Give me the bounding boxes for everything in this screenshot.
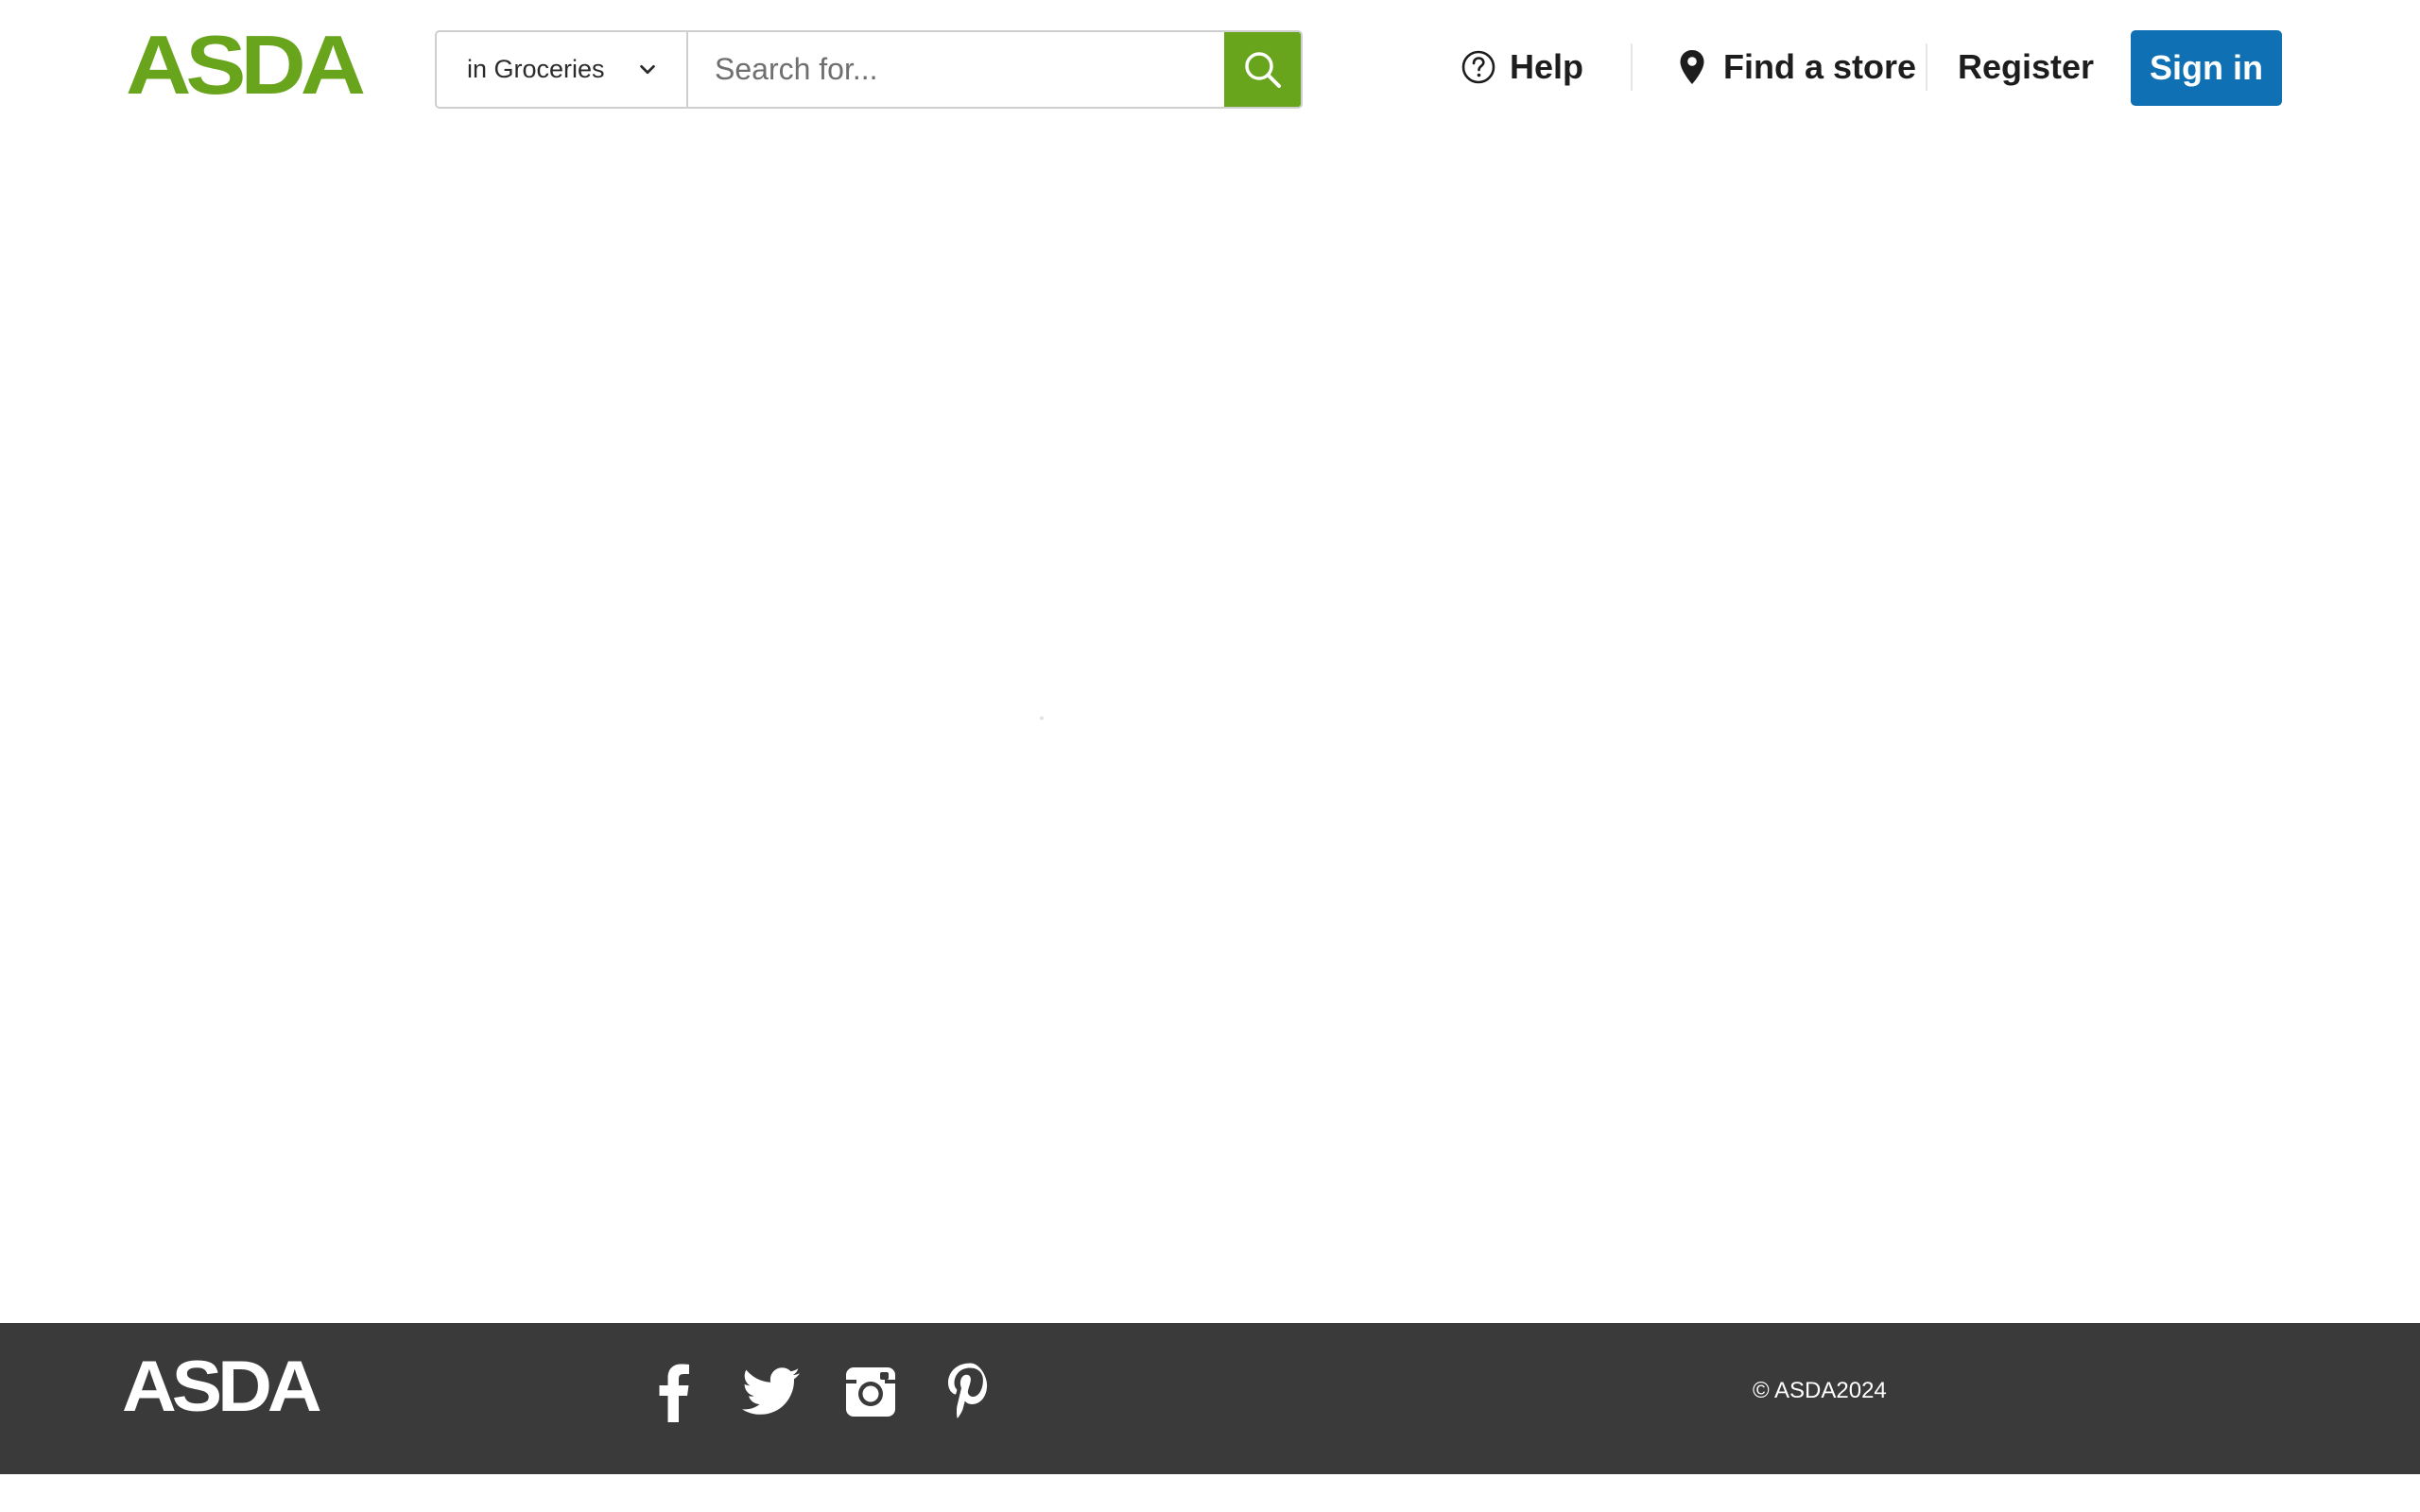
help-circle-icon (1461, 49, 1496, 85)
register-link[interactable]: Register (1958, 28, 2094, 106)
find-a-store-link[interactable]: Find a store (1678, 28, 1916, 106)
page: ASDA in Groceries Search for... Help Fin… (0, 0, 2420, 1512)
register-label: Register (1958, 47, 2095, 86)
twitter-icon (742, 1367, 801, 1417)
facebook-link[interactable] (646, 1361, 702, 1423)
main-content (0, 142, 2420, 1323)
chevron-down-icon (637, 60, 658, 80)
search-bar: in Groceries (435, 30, 1303, 109)
location-pin-icon (1678, 48, 1706, 86)
site-footer: ASDA © ASDA2024 (0, 1323, 2420, 1474)
help-label: Help (1510, 47, 1584, 86)
twitter-link[interactable] (742, 1361, 801, 1423)
asda-logo[interactable]: ASDA (126, 24, 366, 107)
department-select[interactable]: in Groceries (437, 32, 688, 107)
nav-divider (1926, 43, 1927, 91)
footer-asda-logo[interactable]: ASDA (122, 1350, 322, 1422)
find-a-store-label: Find a store (1723, 47, 1917, 86)
instagram-icon (846, 1367, 895, 1417)
instagram-link[interactable] (842, 1361, 899, 1423)
help-link[interactable]: Help (1461, 28, 1583, 106)
pinterest-link[interactable] (941, 1361, 997, 1423)
pinterest-icon (946, 1363, 992, 1421)
facebook-icon (658, 1362, 690, 1422)
sign-in-button[interactable]: Sign in (2131, 30, 2282, 106)
nav-divider (1631, 43, 1633, 91)
copyright-text: © ASDA2024 (1753, 1378, 1887, 1403)
search-button[interactable] (1224, 32, 1301, 107)
department-label: in Groceries (467, 55, 605, 83)
site-header: ASDA in Groceries Search for... Help Fin… (0, 0, 2420, 142)
loading-indicator (1040, 716, 1044, 720)
search-icon (1242, 49, 1284, 91)
search-input[interactable] (688, 32, 1224, 107)
